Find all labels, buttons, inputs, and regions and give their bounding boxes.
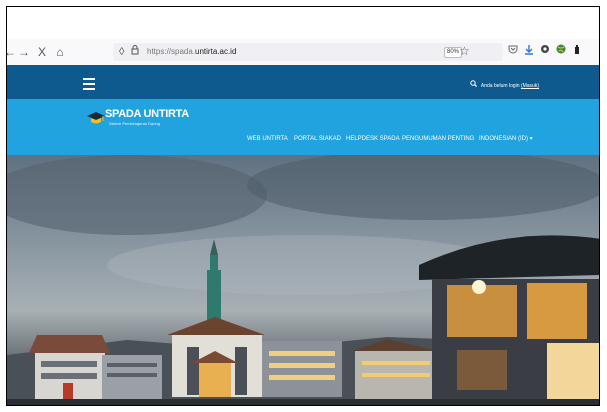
nav-portal-siakad[interactable]: PORTAL SIAKAD [294, 135, 341, 143]
extension-bottle-icon[interactable] [571, 44, 583, 59]
nav-language-dropdown[interactable]: INDONESIAN (ID) ▾ [479, 135, 533, 143]
url-text[interactable]: https://spada.untirta.ac.id [147, 46, 236, 58]
login-status-text: Anda belum login [480, 83, 520, 89]
screenshot-frame: ← → X ⌂ ◊ https://spada.untirta.ac.id 80… [6, 6, 600, 406]
back-icon[interactable]: ← [7, 45, 17, 59]
menu-hamburger-icon[interactable] [83, 78, 95, 90]
campus-illustration [7, 155, 599, 405]
logo-mark-icon [87, 112, 105, 124]
main-navigation: SPADA UNTIRTA Sistem Pembelajaran Daring… [7, 99, 599, 155]
pocket-icon[interactable] [507, 44, 519, 58]
login-link[interactable]: (Masuk) [521, 83, 539, 89]
browser-toolbar: ← → X ⌂ ◊ https://spada.untirta.ac.id 80… [7, 39, 599, 66]
hero-campus-image [7, 155, 599, 405]
nav-web-untirta[interactable]: WEB UNTIRTA [247, 135, 288, 143]
home-icon[interactable]: ⌂ [53, 45, 67, 59]
extension-globe-icon[interactable] [555, 44, 567, 58]
forward-icon[interactable]: → [17, 45, 31, 59]
search-icon[interactable] [469, 80, 479, 89]
download-icon[interactable] [523, 44, 535, 59]
close-icon[interactable]: X [35, 45, 49, 59]
extension-gear-icon[interactable] [539, 44, 551, 58]
lock-icon[interactable] [131, 45, 139, 59]
nav-pengumuman-penting[interactable]: PENGUMUMAN PENTING [402, 135, 474, 143]
login-status: Anda belum login (Masuk) [469, 80, 539, 90]
shield-icon[interactable]: ◊ [119, 45, 124, 59]
logo-title: SPADA UNTIRTA [105, 108, 189, 120]
bookmark-star-icon[interactable]: ☆ [459, 43, 470, 59]
logo-subtitle: Sistem Pembelajaran Daring [109, 121, 160, 126]
nav-helpdesk-spada[interactable]: HELPDESK SPADA [346, 135, 400, 143]
